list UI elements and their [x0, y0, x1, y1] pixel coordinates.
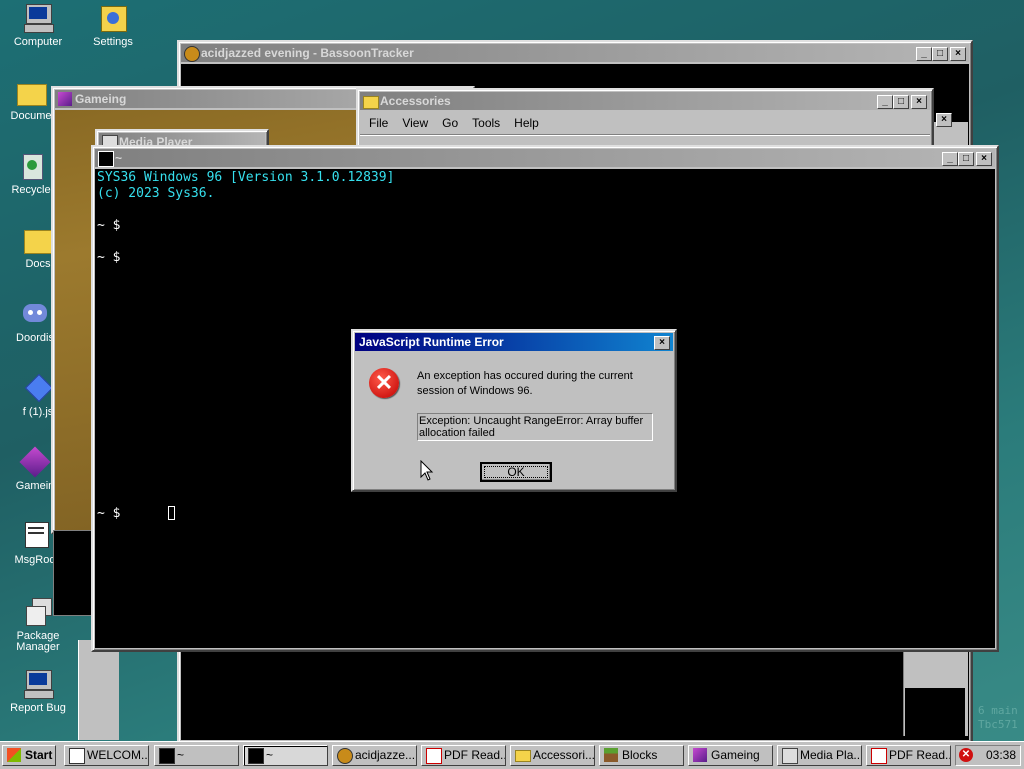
- error-dialog[interactable]: JavaScript Runtime Error × ✕ An exceptio…: [351, 329, 677, 492]
- folder-icon: [515, 750, 531, 762]
- start-logo-icon: [7, 748, 21, 762]
- minimize-button[interactable]: _: [877, 95, 893, 109]
- menu-file[interactable]: File: [362, 114, 395, 132]
- desktop-icon-label: Computer: [13, 36, 63, 48]
- error-message: An exception has occured during the curr…: [417, 370, 633, 397]
- menu-help[interactable]: Help: [507, 114, 546, 132]
- taskbar-item[interactable]: Gameing: [688, 745, 773, 766]
- maximize-button[interactable]: □: [932, 47, 948, 61]
- taskbar-item[interactable]: acidjazze...: [332, 745, 417, 766]
- discord-icon: [19, 298, 51, 330]
- close-button[interactable]: ×: [950, 47, 966, 61]
- diamond-icon: [22, 372, 54, 404]
- desktop-icon-report-bug[interactable]: Report Bug: [1, 668, 75, 714]
- window-titlebar[interactable]: acidjazzed evening - BassoonTracker _ □ …: [181, 44, 969, 62]
- desktop-bg-text: 6 main Tbc571: [978, 704, 1018, 731]
- cube-icon: [58, 92, 72, 106]
- toolbar-divider: [360, 134, 930, 136]
- terminal-line: (c) 2023 Sys36.: [97, 186, 215, 201]
- error-tray-icon[interactable]: ✕: [959, 748, 973, 762]
- report-bug-icon: [22, 668, 54, 700]
- clock[interactable]: 03:38: [986, 746, 1016, 765]
- settings-icon: [97, 2, 129, 34]
- desktop-icon-label: Report Bug: [10, 702, 66, 714]
- window-icon: [69, 748, 85, 764]
- media-player-icon: [782, 748, 798, 764]
- system-tray: ✕ 03:38: [955, 745, 1021, 766]
- window-title: Accessories: [380, 94, 451, 108]
- terminal-icon: [98, 151, 114, 167]
- taskbar-item[interactable]: WELCOM...: [64, 745, 149, 766]
- terminal-line: SYS36 Windows 96 [Version 3.1.0.12839]: [97, 170, 395, 185]
- close-button[interactable]: ×: [936, 113, 952, 127]
- media-player-lower: [78, 640, 119, 740]
- maximize-button[interactable]: □: [958, 152, 974, 166]
- menu-view[interactable]: View: [395, 114, 435, 132]
- terminal-cursor: [168, 506, 175, 520]
- close-button[interactable]: ×: [911, 95, 927, 109]
- menu-go[interactable]: Go: [435, 114, 465, 132]
- folder-icon: [363, 96, 379, 109]
- cube-icon: [693, 748, 707, 762]
- tracker-panel-inner: [905, 688, 965, 738]
- terminal-prompt: ~ $: [97, 506, 121, 521]
- folder-icon: [15, 76, 47, 108]
- taskbar-item[interactable]: Media Pla...: [777, 745, 862, 766]
- taskbar-item[interactable]: ~: [243, 745, 328, 766]
- terminal-prompt: ~ $: [97, 250, 121, 265]
- dialog-title: JavaScript Runtime Error: [359, 335, 504, 349]
- recycle-bin-icon: [15, 150, 47, 182]
- minimize-button[interactable]: _: [916, 47, 932, 61]
- ok-button[interactable]: OK: [480, 462, 552, 482]
- start-button[interactable]: Start: [2, 745, 56, 766]
- taskbar-item[interactable]: Blocks: [599, 745, 684, 766]
- package-icon: [22, 596, 54, 628]
- computer-icon: [22, 2, 54, 34]
- msgroom-icon: [19, 520, 51, 552]
- close-button[interactable]: ×: [976, 152, 992, 166]
- window-title: ~: [115, 151, 123, 165]
- exception-details: Exception: Uncaught RangeError: Array bu…: [417, 413, 653, 441]
- window-titlebar[interactable]: ~ _ □ ×: [95, 149, 995, 167]
- minimize-button[interactable]: _: [942, 152, 958, 166]
- desktop-icon-settings[interactable]: Settings: [76, 2, 150, 48]
- taskbar-item[interactable]: PDF Read...: [421, 745, 506, 766]
- desktop-icon-computer[interactable]: Computer: [1, 2, 75, 48]
- bassoon-icon: [184, 46, 200, 62]
- window-titlebar[interactable]: Accessories _ □ ×: [360, 92, 930, 110]
- taskbar-item[interactable]: Accessori...: [510, 745, 595, 766]
- folder-icon: [22, 224, 54, 256]
- error-icon: ✕: [369, 368, 399, 398]
- taskbar-item[interactable]: PDF Read...: [866, 745, 951, 766]
- mouse-cursor-icon: [420, 460, 434, 481]
- menu-bar: File View Go Tools Help: [362, 114, 546, 132]
- desktop-icon-label: Package Manager: [16, 630, 60, 653]
- pdf-icon: [871, 748, 887, 764]
- dialog-titlebar[interactable]: JavaScript Runtime Error ×: [355, 333, 673, 351]
- taskbar: Start WELCOM... ~ ~ acidjazze... PDF Rea…: [0, 741, 1024, 769]
- menu-tools[interactable]: Tools: [465, 114, 507, 132]
- cube-icon: [19, 446, 51, 478]
- window-title: acidjazzed evening - BassoonTracker: [201, 46, 414, 60]
- desktop-icon-label: Settings: [93, 36, 133, 48]
- blocks-icon: [604, 748, 618, 762]
- terminal-prompt: ~ $: [97, 218, 121, 233]
- maximize-button[interactable]: □: [893, 95, 909, 109]
- terminal-icon: [248, 748, 264, 764]
- window-title: Gameing: [75, 92, 127, 106]
- terminal-icon: [159, 748, 175, 764]
- pdf-icon: [426, 748, 442, 764]
- close-button[interactable]: ×: [654, 336, 670, 350]
- taskbar-item[interactable]: ~: [154, 745, 239, 766]
- bassoon-icon: [337, 748, 353, 764]
